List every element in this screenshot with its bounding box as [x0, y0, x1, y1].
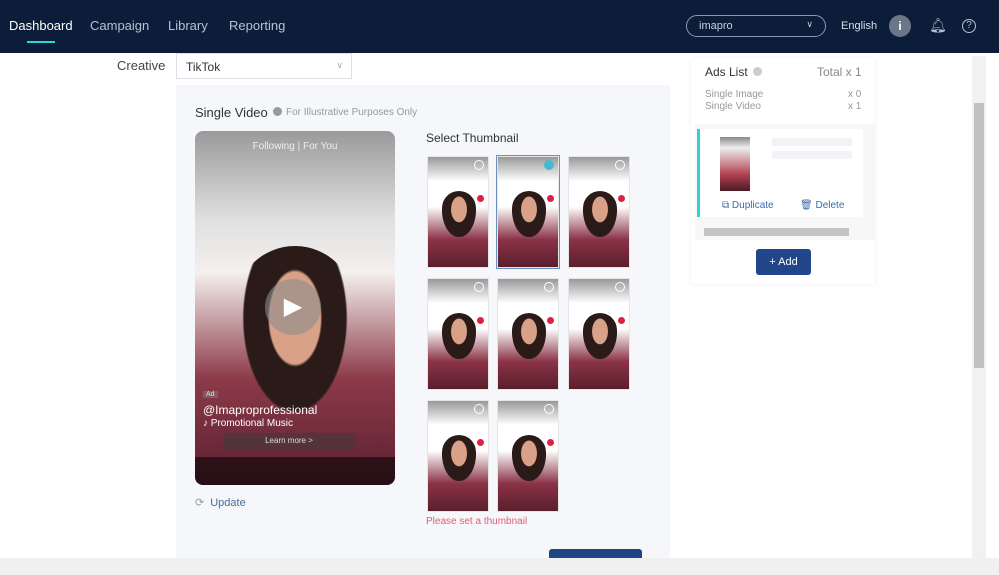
creative-select[interactable]: TikTok ∨	[176, 53, 352, 79]
thumbnail-option[interactable]	[497, 278, 559, 390]
video-frame	[235, 246, 355, 426]
thumbnail-option[interactable]	[568, 156, 630, 268]
badge-icon	[547, 195, 554, 202]
update-label: Update	[210, 497, 246, 509]
chevron-down-icon: ∨	[336, 60, 343, 70]
ad-subtitle-placeholder	[772, 151, 852, 159]
trash-icon: 🗑︎	[800, 200, 816, 211]
ads-list-label: Ads List	[705, 65, 748, 79]
learn-more-button: Learn more >	[223, 433, 355, 449]
delete-label: Delete	[815, 200, 845, 211]
info-icon	[273, 107, 282, 116]
thumbnail-image	[442, 191, 476, 237]
thumbnail-image	[583, 191, 617, 237]
thumbnail-error: Please set a thumbnail	[426, 516, 528, 527]
nav-campaign[interactable]: Campaign	[90, 18, 149, 33]
single-image-label: Single Image	[705, 89, 764, 100]
select-thumbnail-title: Select Thumbnail	[426, 131, 519, 145]
radio-icon[interactable]	[544, 282, 554, 292]
preview-bottom-nav	[195, 457, 395, 485]
language-select[interactable]: English	[841, 20, 877, 32]
delete-button[interactable]: 🗑︎ Delete	[800, 200, 844, 211]
duplicate-button[interactable]: ⧉ Duplicate	[722, 200, 774, 211]
scrollbar-thumb[interactable]	[974, 103, 984, 368]
top-nav: Dashboard Campaign Library Reporting ima…	[0, 0, 999, 53]
ads-list-title: Ads List	[705, 65, 762, 79]
badge-icon	[477, 439, 484, 446]
ads-total: Total x 1	[817, 65, 862, 79]
panel-title: Single Video	[195, 105, 268, 120]
thumbnail-image	[583, 313, 617, 359]
nav-reporting[interactable]: Reporting	[229, 18, 285, 33]
submit-button[interactable]	[549, 549, 642, 558]
illustrative-note: For Illustrative Purposes Only	[273, 107, 417, 118]
video-preview[interactable]: Following | For You ▶ Ad @Imaproprofessi…	[195, 131, 395, 485]
nav-library[interactable]: Library	[168, 18, 208, 33]
badge-icon	[547, 439, 554, 446]
add-button[interactable]: + Add	[756, 249, 811, 275]
thumbnail-image	[442, 313, 476, 359]
nav-dashboard[interactable]: Dashboard	[9, 18, 73, 43]
radio-icon[interactable]	[474, 282, 484, 292]
thumbnail-option[interactable]	[427, 156, 489, 268]
radio-icon[interactable]	[474, 404, 484, 414]
duplicate-icon: ⧉	[722, 200, 732, 211]
account-value: imapro	[699, 20, 733, 32]
duplicate-label: Duplicate	[731, 200, 774, 211]
preview-handle: @Imaproprofessional	[203, 403, 318, 417]
badge-icon	[618, 317, 625, 324]
thumbnail-image	[442, 435, 476, 481]
info-icon	[752, 67, 762, 76]
single-video-label: Single Video	[705, 101, 761, 112]
single-image-count: x 0	[848, 89, 862, 100]
preview-tabs: Following | For You	[252, 141, 338, 152]
thumbnail-option[interactable]	[427, 278, 489, 390]
play-icon[interactable]: ▶	[265, 279, 321, 335]
thumbnail-image	[512, 191, 546, 237]
update-button[interactable]: ⟳ Update	[195, 496, 246, 509]
chevron-down-icon: ∨	[806, 19, 813, 29]
radio-icon[interactable]	[474, 160, 484, 170]
refresh-icon: ⟳	[195, 497, 205, 509]
thumbnail-image	[512, 435, 546, 481]
account-select[interactable]: imapro ∨	[686, 15, 826, 37]
preview-music: ♪ Promotional Music	[203, 418, 294, 429]
creative-value: TikTok	[186, 60, 221, 74]
avatar[interactable]: i	[889, 15, 911, 37]
page-scrollbar[interactable]	[972, 56, 986, 558]
radio-icon[interactable]	[544, 160, 554, 170]
thumbnail-option[interactable]	[497, 400, 559, 512]
help-icon[interactable]: ?	[962, 19, 976, 33]
bell-icon[interactable]: 🔔︎	[929, 17, 947, 34]
creative-label: Creative	[117, 58, 166, 73]
badge-icon	[618, 195, 625, 202]
horizontal-scrollbar[interactable]	[704, 228, 849, 236]
badge-icon	[477, 195, 484, 202]
ad-tag: Ad	[203, 391, 218, 398]
single-video-count: x 1	[848, 101, 862, 112]
note-text: For Illustrative Purposes Only	[286, 107, 418, 118]
radio-icon[interactable]	[615, 282, 625, 292]
radio-icon[interactable]	[544, 404, 554, 414]
thumbnail-option[interactable]	[568, 278, 630, 390]
badge-icon	[547, 317, 554, 324]
badge-icon	[477, 317, 484, 324]
ad-title-placeholder	[772, 138, 852, 146]
radio-icon[interactable]	[615, 160, 625, 170]
thumbnail-option[interactable]	[427, 400, 489, 512]
thumbnail-option[interactable]	[496, 155, 560, 269]
footer-bar	[0, 558, 999, 575]
thumbnail-image	[512, 313, 546, 359]
ad-thumbnail	[720, 137, 750, 191]
